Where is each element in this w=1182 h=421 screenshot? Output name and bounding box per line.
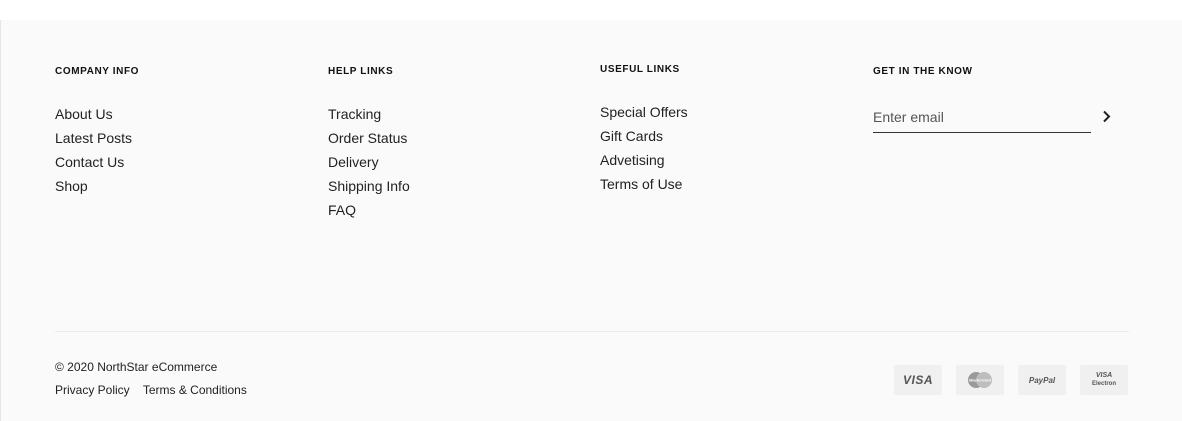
company-info-heading: COMPANY INFO [55,66,140,77]
legal-links: Privacy Policy Terms & Conditions [55,383,257,397]
terms-conditions-link[interactable]: Terms & Conditions [143,383,247,397]
useful-links-heading: USEFUL LINKS [600,64,680,75]
mastercard-icon: MasterCard [956,365,1004,395]
privacy-policy-link[interactable]: Privacy Policy [55,383,130,397]
submit-email-button[interactable] [1099,106,1113,126]
link-terms-of-use[interactable]: Terms of Use [600,172,688,196]
paypal-icon: PayPal [1018,365,1066,395]
link-advertising[interactable]: Advetising [600,148,688,172]
footer: COMPANY INFO About Us Latest Posts Conta… [0,20,1182,421]
link-special-offers[interactable]: Special Offers [600,100,688,124]
newsletter-heading: GET IN THE KNOW [873,66,973,77]
visa-electron-icon: VISA Electron [1080,365,1128,395]
newsletter-form [873,103,1113,133]
link-shipping-info[interactable]: Shipping Info [328,174,410,198]
payment-methods: VISA MasterCard PayPal VISA Electron [894,365,1128,395]
visa-icon: VISA [894,365,942,395]
link-order-status[interactable]: Order Status [328,126,410,150]
copyright-text: © 2020 NorthStar eCommerce [55,360,218,374]
newsletter-column: GET IN THE KNOW [873,66,1110,133]
visa-electron-bottom: Electron [1091,381,1116,387]
company-info-column: COMPANY INFO About Us Latest Posts Conta… [55,66,139,198]
email-underline [873,132,1091,133]
visa-label: VISA [902,373,933,387]
help-links-column: HELP LINKS Tracking Order Status Deliver… [328,66,410,222]
link-delivery[interactable]: Delivery [328,150,410,174]
link-tracking[interactable]: Tracking [328,102,410,126]
email-field[interactable] [873,103,1083,131]
useful-links-column: USEFUL LINKS Special Offers Gift Cards A… [600,64,688,196]
link-contact-us[interactable]: Contact Us [55,150,139,174]
chevron-right-icon [1102,110,1110,122]
link-shop[interactable]: Shop [55,174,139,198]
mastercard-label: MasterCard [969,378,992,383]
link-gift-cards[interactable]: Gift Cards [600,124,688,148]
help-links-heading: HELP LINKS [328,66,394,77]
link-latest-posts[interactable]: Latest Posts [55,126,139,150]
link-faq[interactable]: FAQ [328,198,410,222]
footer-divider [55,331,1129,332]
paypal-label: PayPal [1028,375,1056,385]
visa-electron-top: VISA [1095,372,1113,379]
link-about-us[interactable]: About Us [55,102,139,126]
